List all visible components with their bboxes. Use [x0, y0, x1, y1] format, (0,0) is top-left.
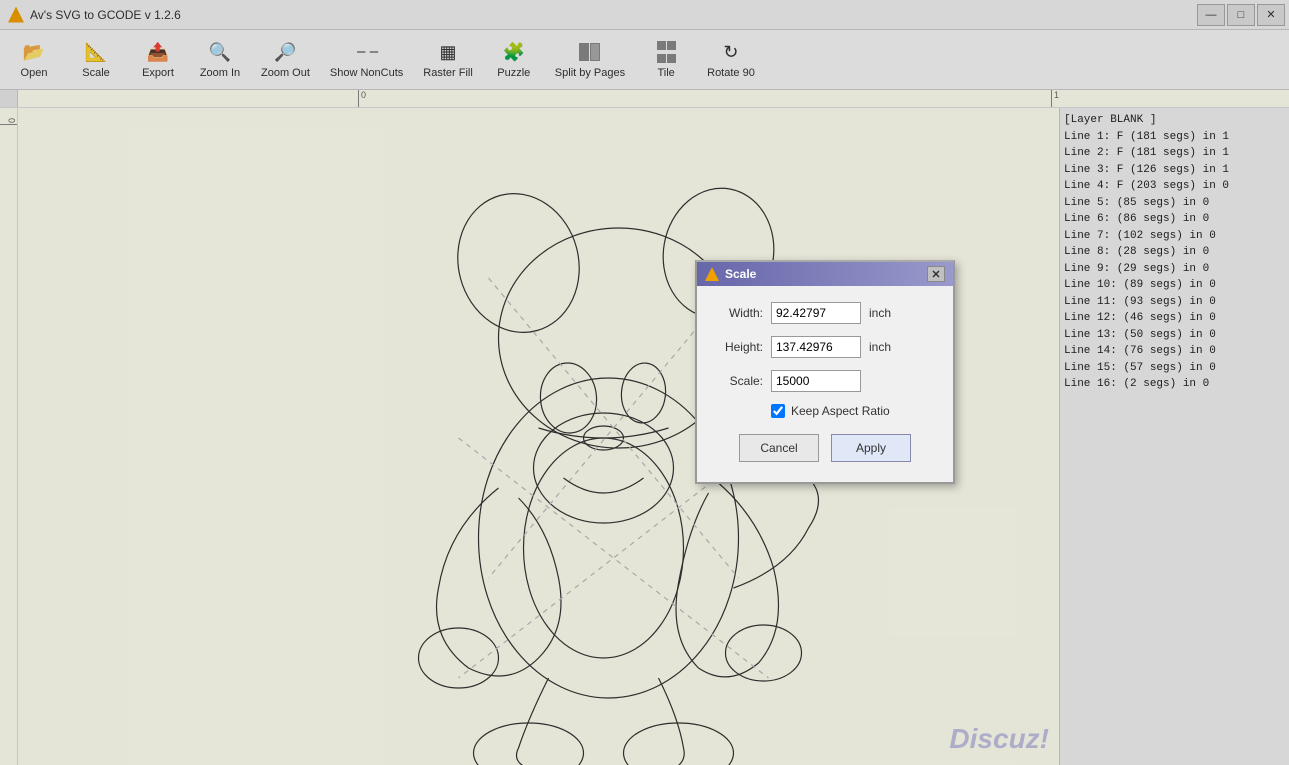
scale-input[interactable] — [771, 370, 861, 392]
modal-overlay: Scale ✕ Width: inch Height: inch Scale: … — [0, 0, 1289, 765]
scale-label: Scale: — [713, 374, 763, 388]
height-label: Height: — [713, 340, 763, 354]
height-unit: inch — [869, 340, 891, 354]
dialog-title-left: Scale — [705, 267, 756, 281]
width-input[interactable] — [771, 302, 861, 324]
keep-aspect-label: Keep Aspect Ratio — [791, 404, 890, 418]
dialog-titlebar: Scale ✕ — [697, 262, 953, 286]
height-input[interactable] — [771, 336, 861, 358]
dialog-buttons: Cancel Apply — [713, 434, 937, 466]
height-field-row: Height: inch — [713, 336, 937, 358]
scale-dialog: Scale ✕ Width: inch Height: inch Scale: … — [695, 260, 955, 484]
keep-aspect-row: Keep Aspect Ratio — [713, 404, 937, 418]
cancel-button[interactable]: Cancel — [739, 434, 819, 462]
width-label: Width: — [713, 306, 763, 320]
scale-field-row: Scale: — [713, 370, 937, 392]
dialog-title-icon — [705, 267, 719, 281]
apply-button[interactable]: Apply — [831, 434, 911, 462]
width-field-row: Width: inch — [713, 302, 937, 324]
width-unit: inch — [869, 306, 891, 320]
keep-aspect-checkbox[interactable] — [771, 404, 785, 418]
dialog-body: Width: inch Height: inch Scale: Keep Asp… — [697, 286, 953, 482]
dialog-title-text: Scale — [725, 267, 756, 281]
dialog-close-button[interactable]: ✕ — [927, 266, 945, 282]
